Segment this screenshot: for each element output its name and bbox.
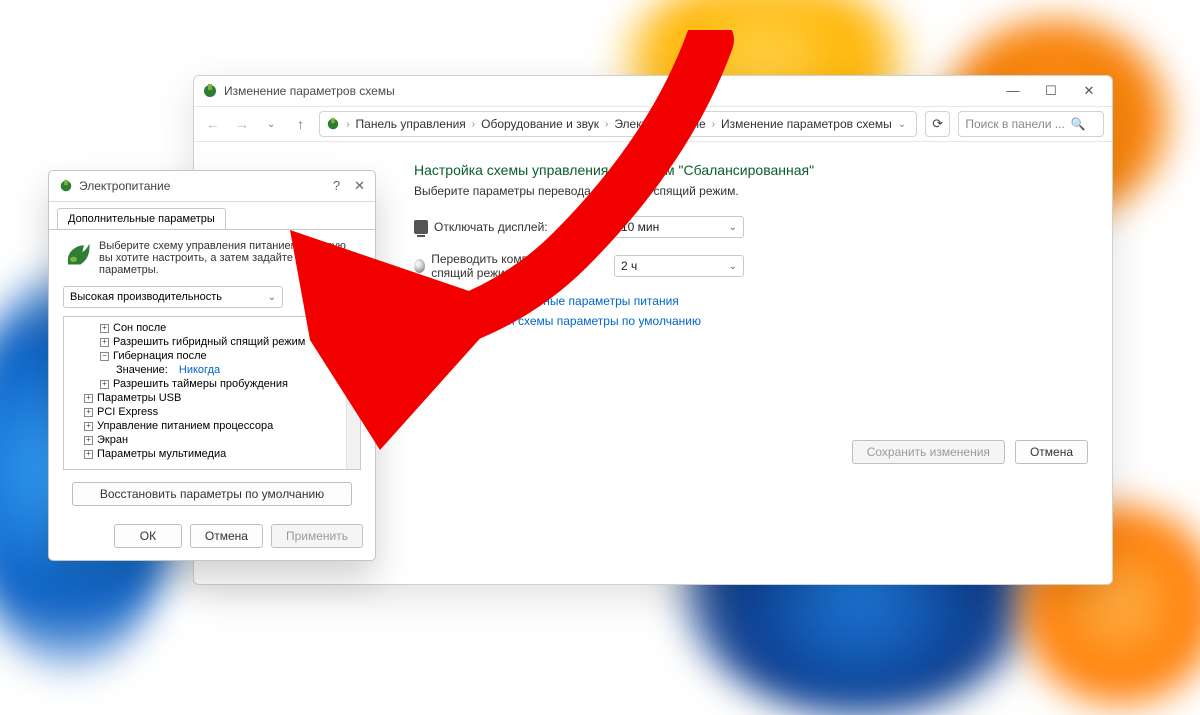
cancel-button[interactable]: Отмена xyxy=(1015,440,1088,464)
chevron-right-icon: › xyxy=(708,119,719,130)
power-options-icon xyxy=(202,83,218,99)
minimize-button[interactable]: — xyxy=(1004,83,1022,99)
tree-item-hibernate-after[interactable]: −Гибернация после xyxy=(68,349,356,363)
chevron-right-icon: › xyxy=(468,119,479,130)
search-input[interactable]: Поиск в панели ... 🔍 xyxy=(958,111,1104,137)
tree-item-hybrid-sleep[interactable]: +Разрешить гибридный спящий режим xyxy=(68,335,356,349)
expand-icon[interactable]: + xyxy=(84,436,93,445)
expand-icon[interactable]: + xyxy=(100,338,109,347)
chevron-down-icon[interactable]: ⌄ xyxy=(894,119,910,130)
forward-button[interactable]: → xyxy=(231,116,252,132)
tree-item-hibernate-value[interactable]: Значение: Никогда xyxy=(68,363,356,377)
expand-icon[interactable]: + xyxy=(100,324,109,333)
tree-item-pci[interactable]: +PCI Express xyxy=(68,405,356,419)
tree-item-screen[interactable]: +Экран xyxy=(68,433,356,447)
breadcrumb-item[interactable]: Электропитание xyxy=(614,117,705,131)
page-heading: Настройка схемы управления питанием "Сба… xyxy=(414,162,1084,178)
dialog-title: Электропитание xyxy=(79,179,170,193)
power-options-icon xyxy=(59,179,73,193)
tab-advanced[interactable]: Дополнительные параметры xyxy=(57,208,226,229)
maximize-button[interactable]: ☐ xyxy=(1042,83,1060,99)
collapse-icon[interactable]: − xyxy=(100,352,109,361)
dialog-hint: Выберите схему управления питанием, кото… xyxy=(99,240,361,276)
power-options-icon xyxy=(326,117,340,131)
back-button[interactable]: ← xyxy=(202,116,223,132)
breadcrumb-item[interactable]: Панель управления xyxy=(356,117,466,131)
scrollbar[interactable] xyxy=(346,317,360,469)
search-icon: 🔍 xyxy=(1071,117,1086,131)
page-subheading: Выберите параметры перевода дисплея в сп… xyxy=(414,184,1084,198)
display-timeout-label: Отключать дисплей: xyxy=(434,220,548,234)
tree-item-wake-timers[interactable]: +Разрешить таймеры пробуждения xyxy=(68,377,356,391)
address-bar[interactable]: › Панель управления › Оборудование и зву… xyxy=(319,111,917,137)
power-plan-icon xyxy=(63,240,91,268)
chevron-right-icon: › xyxy=(601,119,612,130)
navigation-toolbar: ← → ⌄ ↑ › Панель управления › Оборудован… xyxy=(194,106,1112,142)
chevron-right-icon: › xyxy=(342,119,353,130)
apply-button[interactable]: Применить xyxy=(271,524,363,548)
tree-item-cpu[interactable]: +Управление питанием процессора xyxy=(68,419,356,433)
breadcrumb-item[interactable]: Изменение параметров схемы xyxy=(721,117,892,131)
tree-item-multimedia[interactable]: +Параметры мультимедиа xyxy=(68,447,356,461)
restore-defaults-button[interactable]: Восстановить параметры по умолчанию xyxy=(72,482,352,506)
chevron-down-icon: ⌄ xyxy=(268,292,276,303)
power-scheme-select[interactable]: Высокая производительность ⌄ xyxy=(63,286,283,308)
tree-item-usb[interactable]: +Параметры USB xyxy=(68,391,356,405)
display-timeout-select[interactable]: 10 мин⌄ xyxy=(614,216,744,238)
sleep-timeout-label: Переводить компьютер в спящий режим: xyxy=(431,252,614,280)
sleep-timeout-select[interactable]: 2 ч⌄ xyxy=(614,255,744,277)
save-button[interactable]: Сохранить изменения xyxy=(852,440,1005,464)
ok-button[interactable]: ОК xyxy=(114,524,182,548)
search-placeholder: Поиск в панели ... xyxy=(965,117,1064,131)
close-button[interactable]: ✕ xyxy=(1080,83,1098,99)
window-title: Изменение параметров схемы xyxy=(224,84,395,98)
recent-locations-button[interactable]: ⌄ xyxy=(261,119,282,130)
sleep-icon xyxy=(414,259,425,273)
tab-strip: Дополнительные параметры xyxy=(49,201,375,229)
help-button[interactable]: ? xyxy=(333,178,340,194)
expand-icon[interactable]: + xyxy=(84,408,93,417)
display-icon xyxy=(414,220,428,234)
tree-item-sleep-after[interactable]: +Сон после xyxy=(68,321,356,335)
settings-tree: +Сон после +Разрешить гибридный спящий р… xyxy=(63,316,361,470)
expand-icon[interactable]: + xyxy=(84,422,93,431)
close-button[interactable]: ✕ xyxy=(354,178,365,194)
power-options-dialog: Электропитание ? ✕ Дополнительные параме… xyxy=(48,170,376,561)
refresh-button[interactable]: ⟳ xyxy=(925,111,950,137)
advanced-settings-link[interactable]: Изменить дополнительные параметры питани… xyxy=(414,294,1084,308)
chevron-down-icon: ⌄ xyxy=(729,222,737,233)
up-button[interactable]: ↑ xyxy=(290,116,311,132)
chevron-down-icon: ⌄ xyxy=(729,261,737,272)
titlebar: Изменение параметров схемы — ☐ ✕ xyxy=(194,76,1112,106)
restore-defaults-link[interactable]: Восстановить для схемы параметры по умол… xyxy=(414,314,1084,328)
cancel-button[interactable]: Отмена xyxy=(190,524,263,548)
breadcrumb-item[interactable]: Оборудование и звук xyxy=(481,117,599,131)
expand-icon[interactable]: + xyxy=(100,380,109,389)
expand-icon[interactable]: + xyxy=(84,394,93,403)
expand-icon[interactable]: + xyxy=(84,450,93,459)
